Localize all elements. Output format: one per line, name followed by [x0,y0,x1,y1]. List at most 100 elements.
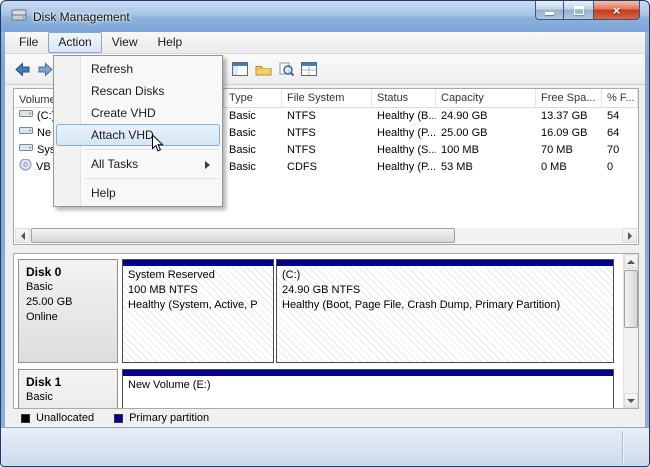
volume-type: Basic [229,161,256,173]
column-type[interactable]: Type [224,89,282,107]
partition-new-volume-e[interactable]: New Volume (E:) [122,369,614,408]
disk1-label[interactable]: Disk 1 Basic [18,369,118,408]
partition-system-reserved[interactable]: System Reserved 100 MB NTFS Healthy (Sys… [122,259,274,363]
volume-free-space: 0 MB [541,161,567,173]
partition-name: System Reserved [128,269,215,281]
menu-file[interactable]: File [9,32,48,53]
volume-capacity: 53 MB [441,161,473,173]
drive-icon [19,108,33,125]
close-icon: × [612,2,621,18]
volume-percent-free: 70 [607,144,620,156]
scroll-left-icon[interactable] [15,228,30,243]
volume-status: Healthy (P... [377,127,436,139]
volume-free-space: 16.09 GB [541,127,588,139]
volume-capacity: 25.00 GB [441,127,488,139]
menu-view[interactable]: View [102,32,148,53]
disk-name: Disk 1 [26,375,62,389]
disk-view-icon[interactable] [298,58,320,80]
drive-icon [19,142,33,159]
menu-separator [84,178,219,179]
submenu-arrow-icon [205,161,210,169]
volume-file-system: NTFS [287,127,316,139]
column-free-space[interactable]: Free Spa... [536,89,602,107]
column-status[interactable]: Status [372,89,436,107]
disk-type: Basic [26,391,53,403]
scrollbar-thumb[interactable] [624,270,638,328]
close-button[interactable]: × [593,1,640,20]
back-icon[interactable] [11,58,33,80]
cursor-icon [151,133,164,156]
menu-help[interactable]: Help [148,32,193,53]
volume-type: Basic [229,144,256,156]
volume-capacity: 24.90 GB [441,110,488,122]
primary-partition-strip [123,260,273,267]
scroll-right-icon[interactable] [622,228,637,243]
volume-name: Ne [37,127,52,139]
scrollbar-thumb[interactable] [31,228,455,243]
volume-name: VB [36,161,51,173]
column-capacity[interactable]: Capacity [436,89,536,107]
volume-free-space: 13.37 GB [541,110,588,122]
folder-icon[interactable] [252,58,274,80]
minimize-button[interactable] [535,1,564,20]
horizontal-scrollbar[interactable] [15,228,637,243]
volume-capacity: 100 MB [441,144,479,156]
maximize-button[interactable] [564,1,593,20]
volume-status: Healthy (S... [377,144,436,156]
status-bar [1,427,649,466]
partition-name: New Volume (E:) [128,379,211,391]
menu-item-refresh[interactable]: Refresh [56,58,220,80]
minimize-icon [545,12,554,15]
partition-name: (C:) [282,269,301,281]
disk-graphical-view: Disk 0 Basic 25.00 GB Online System Rese… [13,253,639,409]
menu-item-label: All Tasks [91,157,139,171]
volume-file-system: NTFS [287,110,316,122]
volume-percent-free: 64 [607,127,620,139]
volume-file-system: CDFS [287,161,317,173]
window-title: Disk Management [33,9,130,24]
menu-item-attach-vhd[interactable]: Attach VHD [56,124,220,146]
partition-size: 24.90 GB NTFS [282,284,361,296]
menu-item-all-tasks[interactable]: All Tasks [56,153,220,175]
column-file-system[interactable]: File System [282,89,372,107]
menu-item-create-vhd[interactable]: Create VHD [56,102,220,124]
scroll-up-icon[interactable] [624,254,638,269]
primary-partition-swatch [114,413,124,423]
console-tree-icon[interactable] [229,58,251,80]
disk-type: Basic [26,281,53,293]
resize-grip[interactable] [622,431,623,463]
cd-icon [19,159,32,176]
column-percent-free[interactable]: % F... [602,89,638,107]
volume-percent-free: 0 [607,161,614,173]
volume-type: Basic [229,127,256,139]
partition-status: Healthy (Boot, Page File, Crash Dump, Pr… [282,299,561,311]
legend-primary-partition: Primary partition [129,412,210,424]
disk-management-window: Disk Management × File Action View Help [0,0,650,467]
partition-status: Healthy (System, Active, P [128,299,258,311]
menu-item-help[interactable]: Help [56,182,220,204]
menu-action[interactable]: Action [48,32,102,53]
volume-type: Basic [229,110,256,122]
disk0-label[interactable]: Disk 0 Basic 25.00 GB Online [18,259,118,363]
window-controls: × [535,1,640,20]
drive-icon [19,125,33,142]
partition-c[interactable]: (C:) 24.90 GB NTFS Healthy (Boot, Page F… [276,259,614,363]
search-icon[interactable] [275,58,297,80]
title-bar[interactable]: Disk Management × [1,1,649,32]
disk-status: Online [26,311,58,323]
disk-size: 25.00 GB [26,296,73,308]
vertical-scrollbar[interactable] [623,254,638,408]
primary-partition-strip [277,260,613,267]
menu-item-rescan-disks[interactable]: Rescan Disks [56,80,220,102]
legend-unallocated: Unallocated [36,412,95,424]
volume-status: Healthy (B... [377,110,436,122]
action-menu: Refresh Rescan Disks Create VHD Attach V… [53,55,223,207]
toolbar-icon-group [229,58,321,80]
scroll-down-icon[interactable] [624,393,638,408]
primary-partition-strip [123,370,613,377]
maximize-icon [573,5,584,15]
disk-management-icon[interactable] [11,7,27,26]
legend-bar: Unallocated Primary partition [13,409,639,427]
volume-file-system: NTFS [287,144,316,156]
unallocated-swatch [21,413,30,423]
